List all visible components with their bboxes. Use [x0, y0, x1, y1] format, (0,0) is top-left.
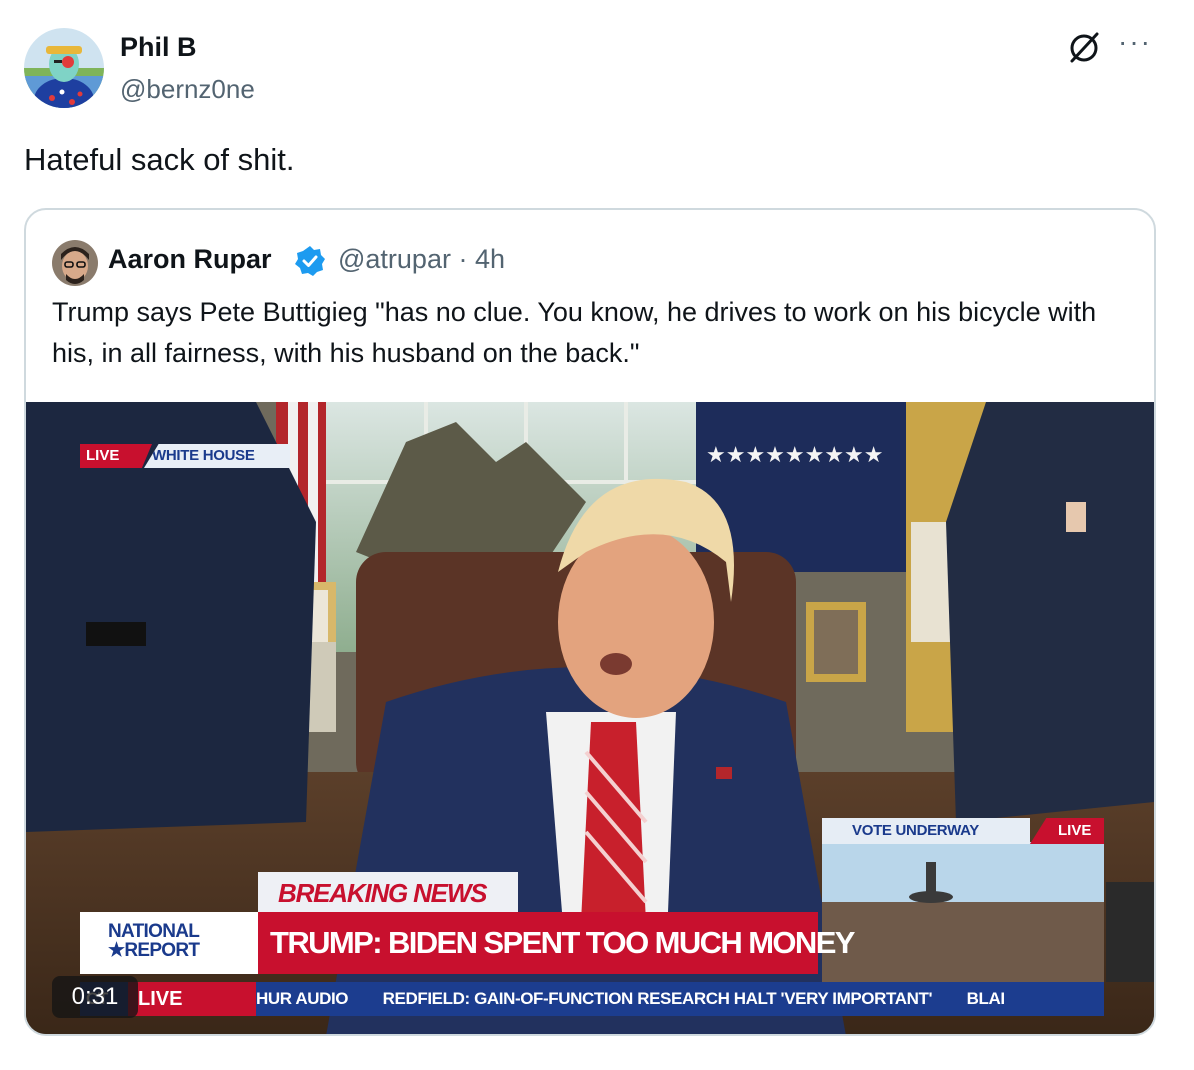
video-duration-badge: 0:31	[52, 976, 138, 1018]
quoted-handle-time: @atrupar · 4h	[338, 244, 505, 274]
vote-underway-tag: VOTE UNDERWAY	[822, 818, 1030, 844]
ticker-text: HUR AUDIO REDFIELD: GAIN-OF-FUNCTION RES…	[256, 989, 1005, 1008]
breaking-news-banner: BREAKING NEWS	[258, 872, 518, 914]
video-player[interactable]: ★★★★★★★★★ LIVE WHITE HOUSE VOTE UNDERWAY…	[26, 402, 1154, 1034]
author-handle[interactable]: @bernz0ne	[120, 74, 255, 105]
live-tag: LIVE	[80, 444, 152, 468]
network-logo: NATIONAL ★REPORT	[80, 912, 258, 974]
author-display-name[interactable]: Phil B	[120, 32, 197, 63]
network-logo-line2: ★REPORT	[108, 940, 200, 961]
author-avatar[interactable]	[24, 28, 104, 108]
grok-icon[interactable]	[1064, 28, 1104, 68]
more-options-button[interactable]: ···	[1118, 28, 1158, 60]
verified-badge-icon	[294, 245, 326, 277]
cartoon-avatar-icon	[24, 28, 104, 108]
location-tag: WHITE HOUSE	[144, 444, 290, 468]
tweet-text: Hateful sack of shit.	[24, 142, 295, 177]
svg-text:★★★★★★★★★: ★★★★★★★★★	[706, 443, 884, 468]
quoted-tweet-card[interactable]: Aaron Rupar @atrupar · 4h Trump says Pet…	[24, 208, 1156, 1036]
news-headline: TRUMP: BIDEN SPENT TOO MUCH MONEY	[258, 912, 855, 974]
quoted-author-name[interactable]: Aaron Rupar	[108, 244, 272, 275]
quoted-author-avatar[interactable]	[52, 240, 98, 286]
quoted-tweet-text: Trump says Pete Buttigieg "has no clue. …	[52, 297, 1097, 368]
ticker-live-tag: LIVE	[128, 982, 256, 1016]
network-logo-line1: NATIONAL	[108, 921, 200, 942]
